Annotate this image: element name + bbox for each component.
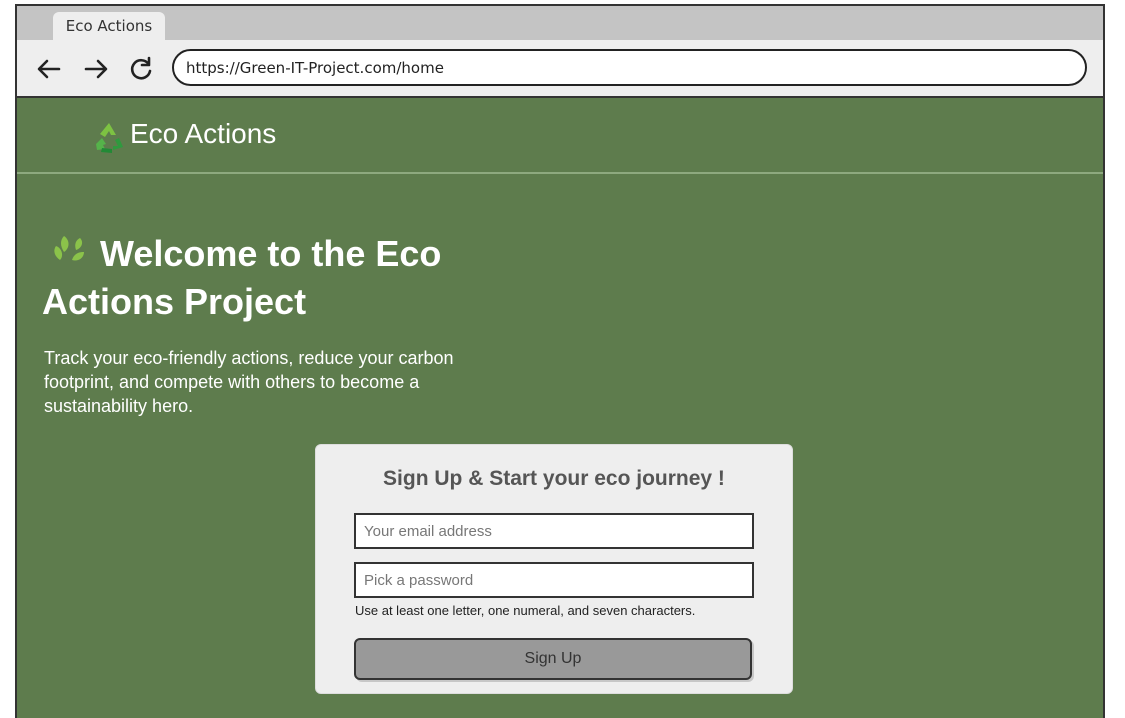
browser-tab-title: Eco Actions bbox=[65, 17, 153, 35]
sign-up-button[interactable]: Sign Up bbox=[354, 638, 752, 680]
password-hint: Use at least one letter, one numeral, an… bbox=[355, 603, 696, 618]
site-header: Eco Actions bbox=[17, 98, 1103, 174]
leaf-icon bbox=[54, 236, 84, 261]
signup-card: Sign Up & Start your eco journey ! Use a… bbox=[315, 444, 793, 694]
arrow-right-icon bbox=[84, 59, 108, 79]
hero-section: Welcome to the Eco Actions Project Track… bbox=[42, 230, 562, 418]
password-input[interactable] bbox=[354, 562, 754, 598]
reload-button[interactable] bbox=[126, 54, 156, 84]
reload-icon bbox=[130, 56, 152, 80]
email-input[interactable] bbox=[354, 513, 754, 549]
signup-title: Sign Up & Start your eco journey ! bbox=[383, 467, 725, 490]
tab-bar: Eco Actions bbox=[17, 6, 1103, 40]
hero-description: Track your eco-friendly actions, reduce … bbox=[44, 348, 454, 416]
recycle-icon bbox=[96, 123, 123, 153]
browser-toolbar: https://Green-IT-Project.com/home bbox=[17, 40, 1103, 98]
browser-tab[interactable]: Eco Actions bbox=[53, 12, 165, 40]
browser-window: Eco Actions https://Green-IT-Project.com… bbox=[15, 4, 1105, 718]
back-button[interactable] bbox=[34, 54, 64, 84]
hero-heading-text: Welcome to the Eco Actions Project bbox=[42, 233, 442, 322]
hero-heading: Welcome to the Eco Actions Project bbox=[42, 230, 562, 326]
url-text: https://Green-IT-Project.com/home bbox=[186, 58, 444, 77]
site-title: Eco Actions bbox=[130, 118, 277, 149]
arrow-left-icon bbox=[37, 59, 61, 79]
address-bar[interactable]: https://Green-IT-Project.com/home bbox=[172, 49, 1087, 86]
forward-button[interactable] bbox=[81, 54, 111, 84]
